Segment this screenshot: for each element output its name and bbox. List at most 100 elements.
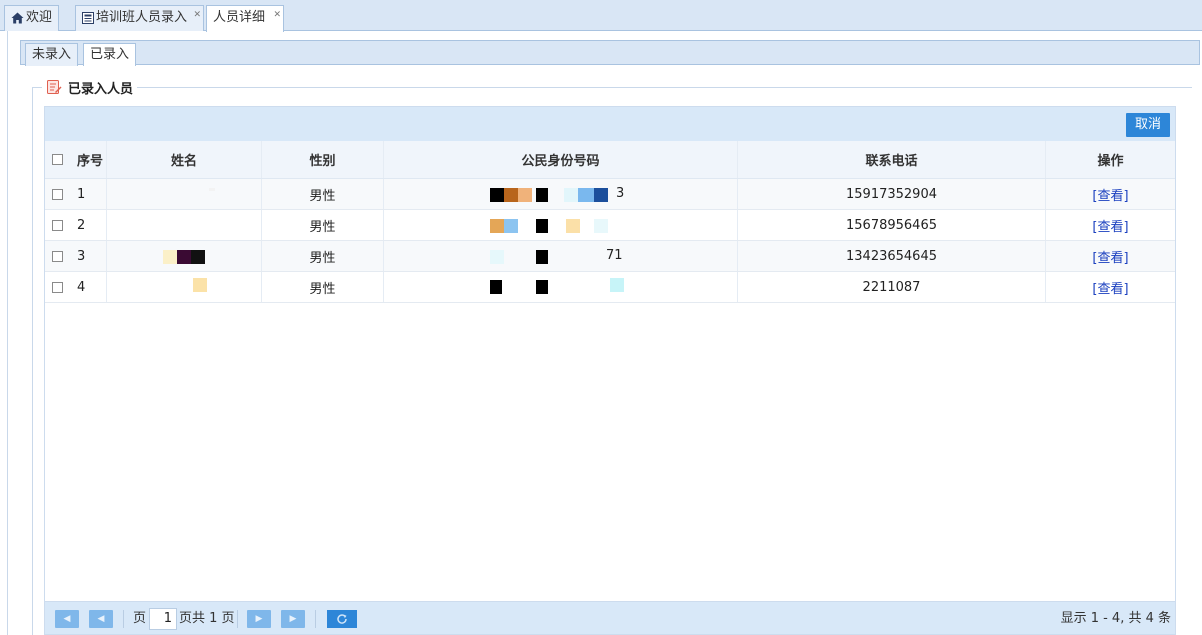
redaction-mosaic (566, 219, 580, 233)
page-total-label: 页共 1 页 (179, 611, 235, 626)
redaction-mosaic (536, 219, 548, 233)
table-row[interactable]: 1 男性 3 15917352904 [查看] (45, 179, 1175, 210)
tab-welcome-label: 欢迎 (26, 10, 53, 25)
header-phone: 联系电话 (738, 141, 1046, 178)
row-phone: 13423654645 (738, 241, 1046, 271)
row-id-visible: 71 (606, 248, 623, 263)
view-link: [查看] (1046, 179, 1175, 209)
view-link: [查看] (1046, 210, 1175, 240)
tab-training-entry[interactable]: 培训班人员录入 ✕ (75, 3, 205, 31)
row-id-redacted: 3 (384, 179, 738, 209)
row-name-redacted (107, 241, 262, 271)
row-no: 2 (69, 210, 107, 240)
row-sex: 男性 (262, 272, 384, 302)
pagination-bar: ◀ ◀ 页 1 页共 1 页 ▶ ▶ 显示 1 - 4, 共 4 条 (45, 601, 1175, 634)
redaction-mosaic (536, 250, 548, 264)
row-checkbox[interactable] (51, 188, 63, 200)
first-page-icon: ◀ (63, 614, 71, 624)
redaction-mosaic (177, 250, 191, 264)
tab-person-detail-label: 人员详细 (213, 10, 266, 25)
last-page-button[interactable]: ▶ (281, 610, 305, 628)
row-id-redacted (384, 210, 738, 240)
select-all-cell (45, 141, 69, 178)
header-name: 姓名 (107, 141, 262, 178)
page-number-input[interactable]: 1 (149, 608, 177, 630)
row-checkbox-cell (45, 241, 69, 271)
redaction-mosaic (578, 188, 594, 202)
row-name-redacted (107, 179, 262, 209)
row-no: 3 (69, 241, 107, 271)
redaction-mosaic (191, 250, 205, 264)
tab-not-entered-label: 未录入 (32, 47, 72, 62)
row-sex: 男性 (262, 179, 384, 209)
row-phone: 15917352904 (738, 179, 1046, 209)
row-checkbox[interactable] (51, 219, 63, 231)
redaction-mosaic (504, 188, 518, 202)
row-checkbox[interactable] (51, 281, 63, 293)
panel-title-label: 已录入人员 (68, 81, 134, 97)
next-page-button[interactable]: ▶ (247, 610, 271, 628)
refresh-button[interactable] (327, 610, 357, 628)
redaction-mosaic (594, 219, 608, 233)
header-id-number: 公民身份号码 (384, 141, 738, 178)
pager-divider (123, 610, 124, 628)
redaction-mosaic (536, 188, 548, 202)
next-page-icon: ▶ (255, 614, 263, 624)
row-id-redacted (384, 272, 738, 302)
redaction-mosaic (490, 280, 502, 294)
header-sex: 性别 (262, 141, 384, 178)
redaction-mosaic (536, 280, 548, 294)
page-icon (82, 11, 94, 24)
close-icon[interactable]: ✕ (193, 3, 201, 27)
last-page-icon: ▶ (289, 614, 297, 624)
view-link-label[interactable]: [查看] (1092, 185, 1128, 204)
row-checkbox-cell (45, 210, 69, 240)
first-page-button[interactable]: ◀ (55, 610, 79, 628)
row-checkbox[interactable] (51, 250, 63, 262)
tab-entered[interactable]: 已录入 (83, 43, 137, 66)
row-sex: 男性 (262, 241, 384, 271)
header-actions: 操作 (1097, 154, 1124, 169)
redaction-mosaic (504, 219, 518, 233)
tab-training-entry-label: 培训班人员录入 (96, 10, 188, 25)
header-no: 序号 (69, 141, 107, 178)
table-row[interactable]: 3 男性 71 13423654645 [查看] (45, 241, 1175, 272)
prev-page-icon: ◀ (97, 614, 105, 624)
left-border (7, 31, 8, 635)
view-link-label[interactable]: [查看] (1092, 247, 1128, 266)
tab-entered-label: 已录入 (90, 47, 130, 62)
table-row[interactable]: 4 男性 2211087 [查看] (45, 272, 1175, 303)
view-link-label[interactable]: [查看] (1092, 216, 1128, 235)
tab-welcome[interactable]: 欢迎 (4, 5, 60, 31)
row-name-redacted (107, 210, 262, 240)
panel-title: 已录入人员 (42, 76, 138, 98)
row-sex: 男性 (262, 210, 384, 240)
pager-divider (237, 610, 238, 628)
redaction-mosaic (518, 188, 532, 202)
redaction-mosaic (490, 188, 504, 202)
redaction-mosaic (490, 250, 504, 264)
row-phone: 15678956465 (738, 210, 1046, 240)
redaction-mosaic (490, 219, 504, 233)
data-grid: 取消 序号 姓名 性别 公民身份号码 联系电话 操作 1 男性 3 159173… (44, 106, 1176, 635)
redaction-mosaic (209, 188, 215, 191)
redaction-mosaic (163, 250, 177, 264)
inner-tab-strip: 未录入 已录入 (20, 40, 1200, 66)
tab-person-detail[interactable]: 人员详细 ✕ (206, 3, 285, 32)
redaction-mosaic (610, 278, 624, 292)
view-link-label[interactable]: [查看] (1092, 278, 1128, 297)
grid-header: 序号 姓名 性别 公民身份号码 联系电话 操作 (45, 141, 1175, 179)
grid-toolbar: 取消 (45, 107, 1175, 141)
top-tab-strip: 欢迎 培训班人员录入 ✕ 人员详细 ✕ (0, 0, 1202, 32)
select-all-checkbox[interactable] (51, 154, 63, 165)
tab-not-entered[interactable]: 未录入 (25, 43, 79, 66)
close-icon[interactable]: ✕ (273, 3, 281, 27)
pagination-summary: 显示 1 - 4, 共 4 条 (1060, 611, 1171, 626)
prev-page-button[interactable]: ◀ (89, 610, 113, 628)
home-icon (11, 12, 24, 24)
table-row[interactable]: 2 男性 15678956465 [查看] (45, 210, 1175, 241)
cancel-button[interactable]: 取消 (1125, 113, 1170, 137)
view-link: [查看] (1046, 272, 1175, 302)
redaction-mosaic (594, 188, 608, 202)
edit-icon (46, 79, 62, 95)
